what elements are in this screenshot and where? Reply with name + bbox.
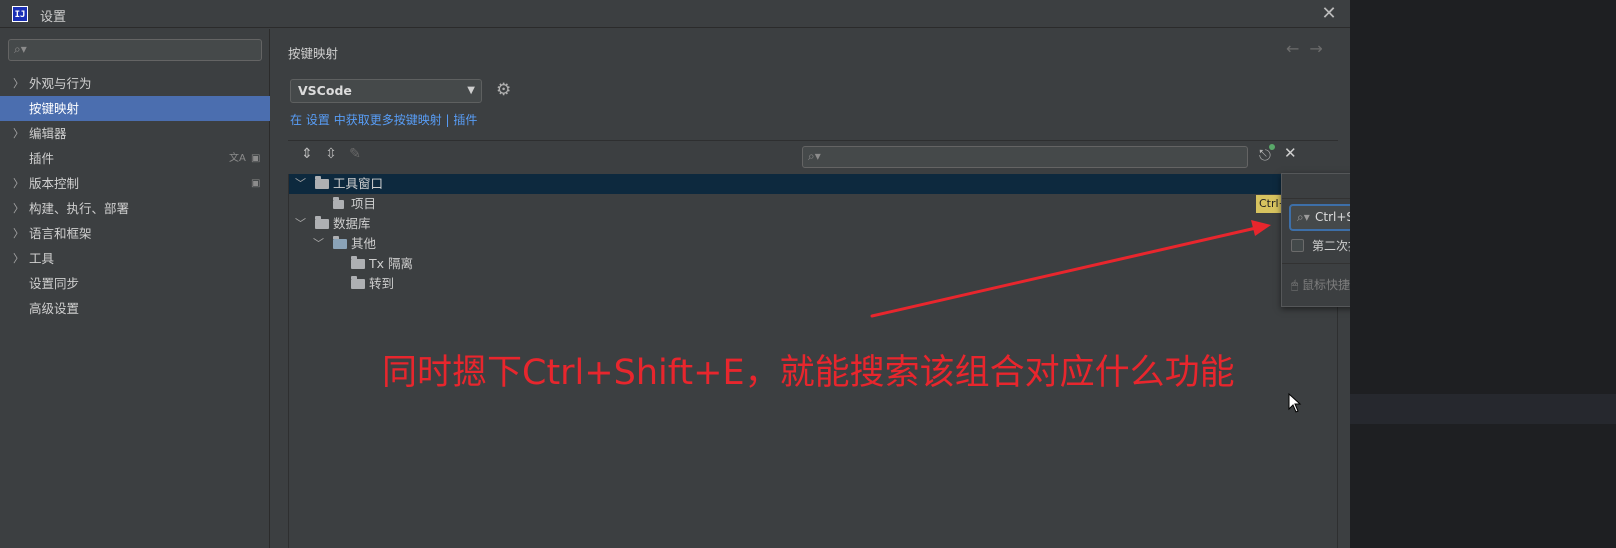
sidebar-item-keymap[interactable]: 按键映射 (0, 96, 270, 121)
tree-row-label: Tx 隔离 (369, 256, 414, 271)
sidebar-item-label: 高级设置 (29, 301, 80, 316)
translate-icon: 文A (229, 153, 246, 164)
settings-dialog: IJ 设置 ✕ ⌕▾ 〉 外观与行为 按键映射 〉 编辑器 插件 文A ▣ 〉 … (0, 0, 1517, 548)
tree-row-label: 其他 (351, 236, 377, 251)
folder-icon (333, 194, 344, 214)
close-icon[interactable]: ✕ (1284, 144, 1297, 162)
folder-icon (315, 174, 329, 194)
collapse-all-icon[interactable]: ⇳ (319, 146, 343, 162)
sidebar-item-tools[interactable]: 〉 工具 (0, 246, 270, 271)
sidebar-item-editor[interactable]: 〉 编辑器 (0, 121, 270, 146)
mouse-cursor-icon (1288, 393, 1302, 413)
active-indicator-icon (1269, 144, 1275, 150)
action-search-input[interactable]: ⌕▾ (802, 146, 1248, 168)
tree-row[interactable]: ﹀ 其他 (289, 234, 1339, 254)
folder-icon (315, 214, 329, 234)
keymap-select-value: VSCode (298, 83, 352, 98)
edit-pencil-icon[interactable]: ✎ (343, 146, 367, 162)
chevron-right-icon[interactable]: 〉 (13, 171, 24, 196)
tree-row[interactable]: ﹀ 数据库 (289, 214, 1339, 234)
chevron-right-icon[interactable]: 〉 (13, 71, 24, 96)
settings-search-input[interactable]: ⌕▾ (8, 39, 262, 61)
sidebar-item-label: 插件 (29, 151, 55, 166)
chevron-right-icon[interactable]: 〉 (13, 196, 24, 221)
window-title: 设置 (40, 10, 67, 25)
tree-row-label: 转到 (369, 276, 395, 291)
sidebar-item-label: 工具 (29, 251, 55, 266)
editor-current-line (1350, 394, 1616, 424)
sidebar-item-label: 设置同步 (29, 276, 80, 291)
link-middle: 中获取更多按键映射 (333, 113, 442, 127)
sidebar-item-label: 编辑器 (29, 126, 67, 141)
back-arrow-icon[interactable]: ← (1286, 39, 1309, 58)
expand-all-icon[interactable]: ⇕ (295, 146, 319, 162)
search-icon: ⌕▾ (14, 42, 27, 56)
sidebar-item-version-control[interactable]: 〉 版本控制 ▣ (0, 171, 270, 196)
sidebar-item-label: 外观与行为 (29, 76, 92, 91)
history-nav: ←→ (1286, 39, 1333, 58)
divider (288, 140, 1338, 141)
keymap-select[interactable]: VSCode ▼ (290, 79, 482, 103)
tree-row-label: 项目 (351, 196, 377, 211)
sidebar-item-label: 语言和框架 (29, 226, 92, 241)
get-more-keymaps-line: 在 设置 中获取更多按键映射 | 插件 (290, 111, 477, 128)
second-stroke-checkbox[interactable] (1291, 239, 1304, 252)
editor-background (1350, 0, 1616, 548)
sidebar-item-advanced[interactable]: 高级设置 (0, 296, 270, 321)
tree-row-label: 数据库 (333, 216, 371, 231)
chevron-right-icon[interactable]: 〉 (13, 221, 24, 246)
close-window-button[interactable]: ✕ (1318, 2, 1340, 26)
plugins-link[interactable]: 插件 (453, 113, 477, 127)
sidebar-item-appearance[interactable]: 〉 外观与行为 (0, 71, 270, 96)
grid-folder-icon (333, 234, 347, 254)
intellij-logo-icon: IJ (12, 6, 28, 22)
folder-icon (351, 254, 365, 274)
sidebar-item-plugins[interactable]: 插件 文A ▣ (0, 146, 270, 171)
chevron-down-icon[interactable]: ﹀ (313, 234, 324, 254)
search-icon: ⌕▾ (808, 149, 821, 163)
tree-row-label: 工具窗口 (333, 176, 384, 191)
settings-badge-icon: ▣ (251, 178, 261, 189)
sidebar-item-settings-sync[interactable]: 设置同步 (0, 271, 270, 296)
forward-arrow-icon[interactable]: → (1309, 39, 1332, 58)
settings-link[interactable]: 设置 (306, 113, 330, 127)
sidebar-item-languages[interactable]: 〉 语言和框架 (0, 221, 270, 246)
tree-row[interactable]: ﹀ 工具窗口 (289, 174, 1339, 194)
tree-row[interactable]: Tx 隔离 (289, 254, 1339, 274)
dropdown-arrow-icon: ▼ (467, 85, 475, 96)
link-prefix: 在 (290, 113, 303, 127)
settings-badge-icon: ▣ (251, 153, 261, 164)
settings-nav: 〉 外观与行为 按键映射 〉 编辑器 插件 文A ▣ 〉 版本控制 ▣ 〉 构建… (0, 71, 270, 321)
tree-toolbar: ⇕ ⇳ ✎ (295, 146, 367, 162)
settings-sidebar: ⌕▾ 〉 外观与行为 按键映射 〉 编辑器 插件 文A ▣ 〉 版本控制 ▣ 〉… (0, 29, 270, 548)
annotation-text: 同时摁下Ctrl+Shift+E，就能搜索该组合对应什么功能 (382, 353, 1235, 393)
gear-icon[interactable]: ⚙ (496, 80, 511, 100)
sidebar-item-label: 构建、执行、部署 (29, 201, 130, 216)
chevron-down-icon[interactable]: ﹀ (295, 174, 306, 194)
tree-row[interactable]: 转到 (289, 274, 1339, 294)
link-separator: | (445, 113, 450, 127)
sidebar-item-label: 版本控制 (29, 176, 80, 191)
folder-icon (351, 274, 365, 294)
chevron-right-icon[interactable]: 〉 (13, 246, 24, 271)
sidebar-item-build[interactable]: 〉 构建、执行、部署 (0, 196, 270, 221)
mouse-icon: 🖱 (1291, 278, 1299, 292)
tree-row[interactable]: 项目 Ctrl+ (289, 194, 1339, 214)
keymap-panel: 按键映射 ←→ VSCode ▼ ⚙ 在 设置 中获取更多按键映射 | 插件 ⇕… (271, 29, 1350, 548)
sidebar-item-label: 按键映射 (29, 101, 80, 116)
title-bar: IJ 设置 ✕ (0, 0, 1350, 28)
search-icon: ⌕▾ (1297, 210, 1310, 224)
chevron-right-icon[interactable]: 〉 (13, 121, 24, 146)
page-title: 按键映射 (288, 46, 339, 61)
chevron-down-icon[interactable]: ﹀ (295, 214, 306, 234)
find-by-shortcut-icon[interactable]: ⎋ (1259, 144, 1275, 164)
